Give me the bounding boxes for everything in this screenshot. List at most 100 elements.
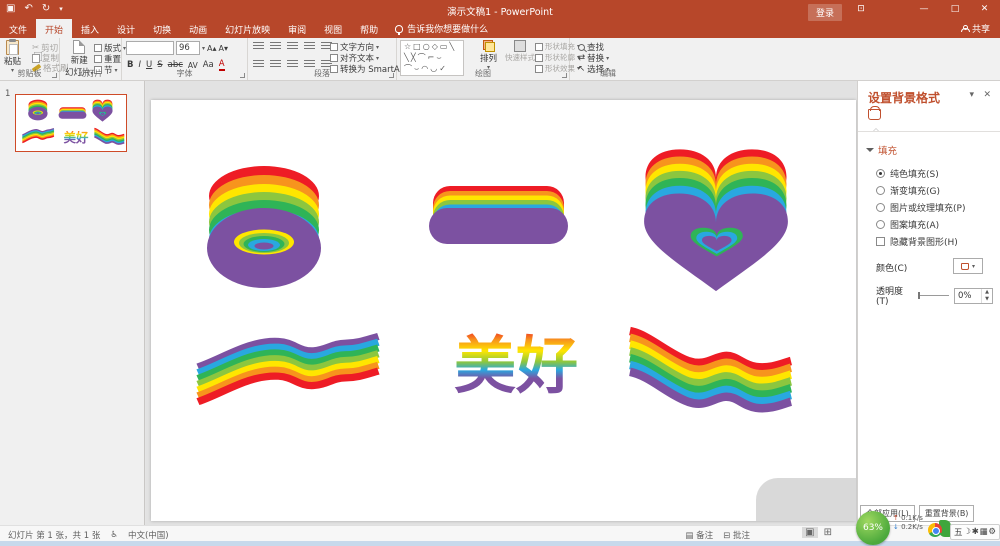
- bullets-icon[interactable]: [253, 42, 264, 51]
- option-gradient-fill[interactable]: 渐变填充(G): [876, 184, 940, 197]
- transparency-slider[interactable]: [918, 295, 949, 296]
- increase-indent-icon[interactable]: [304, 42, 315, 51]
- option-pattern-fill[interactable]: 图案填充(A): [876, 218, 939, 231]
- font-size-input[interactable]: 96: [176, 41, 200, 55]
- option-hide-background[interactable]: 隐藏背景图形(H): [876, 235, 958, 248]
- reset-icon: [94, 55, 102, 63]
- ribbon: 粘贴▾ ✂剪切 复制 格式刷 剪贴板 新建 幻灯片▾ 版式▾: [0, 38, 1000, 81]
- group-label-paragraph: 段落: [248, 68, 396, 79]
- group-drawing: ☆□○◇▭╲ ╲╳⌒⌐⌣ ⌒⌣◠◡✓ ▲▼ 排列▾ 快速样式 形状填充▾ 形状轮…: [397, 38, 570, 80]
- group-slides: 新建 幻灯片▾ 版式▾ 重置 节▾ 幻灯片: [60, 38, 122, 80]
- minimize-button[interactable]: —: [908, 0, 940, 19]
- grow-font-button[interactable]: A▴: [207, 44, 217, 53]
- tab-review[interactable]: 审阅: [279, 19, 315, 38]
- find-icon: [578, 44, 585, 51]
- align-text-icon: [330, 54, 338, 62]
- paragraph-dialog-launcher[interactable]: [389, 73, 394, 78]
- quick-styles-button[interactable]: 快速样式: [505, 40, 535, 63]
- tab-transitions[interactable]: 切换: [144, 19, 180, 38]
- mini-bucket-icon: [961, 263, 969, 270]
- tab-design[interactable]: 设计: [108, 19, 144, 38]
- rainbow-rounded-rect-shape[interactable]: [429, 186, 568, 244]
- clipboard-dialog-launcher[interactable]: [52, 73, 57, 78]
- tab-animations[interactable]: 动画: [180, 19, 216, 38]
- color-picker-button[interactable]: ▾: [953, 258, 983, 274]
- tell-me-box[interactable]: 告诉我你想要做什么: [387, 19, 496, 38]
- radio-icon[interactable]: [876, 169, 885, 178]
- settings-wrench-icon[interactable]: ⚙: [988, 527, 996, 537]
- rainbow-wordart-shape[interactable]: [454, 329, 578, 402]
- tab-help[interactable]: 帮助: [351, 19, 387, 38]
- group-label-slides: 幻灯片: [60, 68, 121, 79]
- ime-mode-icon[interactable]: 五: [954, 526, 963, 538]
- group-font: 96 ▾ A▴ A▾ B I U S abc AV Aa A 字体: [122, 38, 248, 80]
- shape-gallery-row[interactable]: ☆□○◇▭╲: [404, 41, 463, 52]
- rainbow-heart-shape[interactable]: [644, 149, 788, 291]
- arrange-icon: [483, 40, 495, 52]
- option-picture-fill[interactable]: 图片或纹理填充(P): [876, 201, 965, 214]
- tab-file[interactable]: 文件: [0, 19, 36, 38]
- share-button[interactable]: 共享: [955, 19, 996, 38]
- arrange-button[interactable]: 排列▾: [480, 40, 497, 71]
- tab-view[interactable]: 视图: [315, 19, 351, 38]
- slide-number: 1: [5, 89, 10, 99]
- pane-close-icon[interactable]: ✕: [983, 90, 991, 100]
- ime-toolbar[interactable]: 五 ☽ ✱ ▦ ⚙: [950, 524, 1000, 540]
- close-button[interactable]: ✕: [969, 0, 1000, 19]
- drawing-dialog-launcher[interactable]: [562, 73, 567, 78]
- color-row: 颜色(C) ▾: [876, 261, 993, 274]
- decrease-indent-icon[interactable]: [287, 42, 298, 51]
- font-size-dropdown-icon[interactable]: ▾: [202, 45, 205, 52]
- layout-icon: [94, 44, 102, 52]
- ribbon-display-options-icon[interactable]: ⊡: [845, 0, 877, 19]
- maximize-button[interactable]: □: [939, 0, 971, 19]
- browser-icon[interactable]: [928, 523, 942, 537]
- group-label-clipboard: 剪贴板: [0, 68, 59, 79]
- fill-bucket-icon[interactable]: [868, 109, 881, 120]
- network-speed-ball[interactable]: 63%: [856, 511, 890, 545]
- shrink-font-button[interactable]: A▾: [219, 44, 229, 53]
- tab-insert[interactable]: 插入: [72, 19, 108, 38]
- format-background-pane: 设置背景格式 ▾ ✕ 填充 纯色填充(S) 渐变填充(G) 图片或纹理填充(P)…: [857, 81, 1000, 525]
- comments-button[interactable]: ⊟ 批注: [723, 529, 750, 541]
- transparency-row: 透明度(T) 0% ▲▼: [876, 284, 993, 307]
- notes-button[interactable]: ▤ 备注: [685, 529, 713, 541]
- accessibility-icon[interactable]: ♿: [110, 530, 118, 540]
- pane-title: 设置背景格式: [868, 89, 940, 106]
- slide-shapes: [151, 100, 856, 521]
- language-indicator[interactable]: 中文(中国): [128, 529, 169, 541]
- lightbulb-icon: [395, 25, 403, 33]
- group-label-font: 字体: [122, 68, 247, 79]
- tab-home[interactable]: 开始: [36, 19, 72, 38]
- option-solid-fill[interactable]: 纯色填充(S): [876, 167, 939, 180]
- fuzhu-icon[interactable]: ✱: [972, 527, 979, 537]
- shape-outline-icon: [535, 54, 543, 62]
- font-name-input[interactable]: [126, 41, 174, 55]
- radio-icon[interactable]: [876, 186, 885, 195]
- tab-slideshow[interactable]: 幻灯片放映: [216, 19, 279, 38]
- keyboard-icon[interactable]: ▦: [980, 527, 988, 537]
- person-icon: [961, 25, 968, 32]
- radio-icon[interactable]: [876, 220, 885, 229]
- slide-thumbnail[interactable]: [15, 94, 127, 152]
- pane-menu-icon[interactable]: ▾: [969, 90, 974, 100]
- tell-me-label: 告诉我你想要做什么: [407, 22, 488, 35]
- rainbow-wave-right-shape[interactable]: [630, 331, 791, 408]
- moon-icon[interactable]: ☽: [963, 527, 971, 537]
- transparency-spinner[interactable]: 0% ▲▼: [954, 288, 993, 304]
- rainbow-donut-shape[interactable]: [207, 166, 321, 288]
- checkbox-icon[interactable]: [876, 237, 885, 246]
- fill-section-header[interactable]: 填充: [866, 143, 897, 157]
- shape-gallery-row[interactable]: ╲╳⌒⌐⌣: [404, 52, 463, 63]
- radio-icon[interactable]: [876, 203, 885, 212]
- group-paragraph: 文字方向▾ 对齐文本▾ 转换为 SmartArt▾ 段落: [248, 38, 397, 80]
- transparency-label: 透明度(T): [876, 284, 913, 307]
- rainbow-wave-left-shape[interactable]: [198, 336, 378, 401]
- slide-sorter-view-button[interactable]: ⊞: [824, 527, 832, 538]
- slide-thumbnail-panel: 1: [0, 81, 145, 525]
- slide[interactable]: [151, 100, 856, 521]
- numbering-icon[interactable]: [270, 42, 281, 51]
- normal-view-button[interactable]: ▣: [802, 527, 817, 538]
- group-label-editing: 编辑: [570, 68, 646, 79]
- font-dialog-launcher[interactable]: [240, 73, 245, 78]
